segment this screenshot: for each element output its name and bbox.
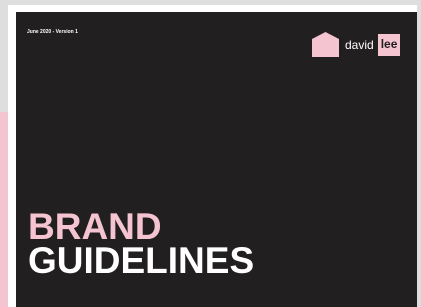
cover-page: June 2020 - Version 1 david lee BRAND GU… [16,12,417,307]
logo-first-name: david [345,37,374,52]
date-version-label: June 2020 - Version 1 [27,29,78,35]
cover-title: BRAND GUIDELINES [28,206,255,281]
logo-last-name: lee [377,33,401,56]
document-viewer: June 2020 - Version 1 david lee BRAND GU… [0,0,421,307]
title-guidelines: GUIDELINES [28,240,255,281]
previous-page-edge [0,112,8,307]
title-brand: BRAND [28,206,162,247]
brand-logo: david lee [312,32,401,57]
house-icon [312,32,339,57]
